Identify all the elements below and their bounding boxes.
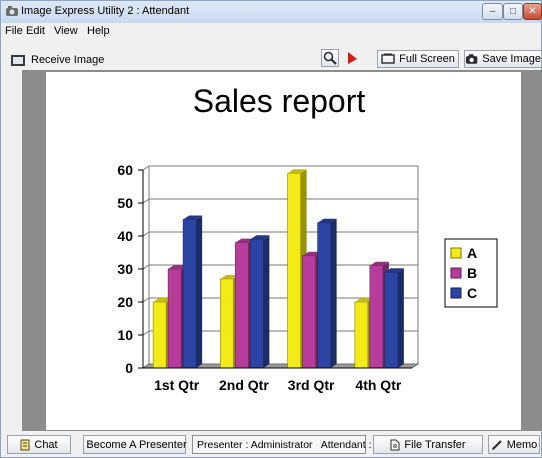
bar-c <box>182 219 197 369</box>
y-tick-label: 0 <box>125 360 133 376</box>
y-tick-label: 60 <box>117 162 133 178</box>
save-image-button[interactable]: Save Image <box>464 50 542 68</box>
grid-side-line <box>142 231 150 237</box>
app-icon <box>6 6 18 16</box>
grid-side-line <box>142 330 150 336</box>
legend-label: A <box>467 245 477 261</box>
pointer-button[interactable] <box>343 49 361 67</box>
grid-side-line <box>142 264 150 270</box>
menu-bar: File Edit View Help <box>1 23 541 39</box>
bar-side <box>330 218 337 368</box>
legend-swatch-b <box>450 267 462 279</box>
y-tick-label: 10 <box>117 327 133 343</box>
magnifier-icon <box>323 51 337 65</box>
title-bar[interactable]: Image Express Utility 2 : Attendant – □ … <box>1 1 542 23</box>
y-tick-label: 30 <box>117 261 133 277</box>
bar-side <box>263 235 270 368</box>
minimize-button[interactable]: – <box>482 3 503 20</box>
file-transfer-button[interactable]: File Transfer <box>373 435 483 454</box>
bar-b <box>167 268 182 369</box>
grid-side-line <box>142 165 150 171</box>
bar-side <box>196 215 203 368</box>
bar-c <box>250 239 264 369</box>
maximize-button[interactable]: □ <box>503 3 523 20</box>
legend-label: C <box>467 285 477 301</box>
toolbar: Receive Image Full Screen Save Image <box>1 49 542 71</box>
x-tick-label: 1st Qtr <box>154 377 200 393</box>
file-transfer-label: File Transfer <box>404 438 466 451</box>
full-screen-label: Full Screen <box>399 53 455 65</box>
zoom-button[interactable] <box>321 49 339 67</box>
chat-button[interactable]: Chat <box>7 435 71 454</box>
monitor-icon <box>11 54 25 66</box>
close-icon: ✕ <box>528 6 537 17</box>
legend-swatch-a <box>450 247 462 259</box>
full-screen-button[interactable]: Full Screen <box>377 50 459 68</box>
bar-b <box>235 242 249 369</box>
legend-swatch-c <box>450 287 462 299</box>
memo-button[interactable]: Memo <box>488 435 540 454</box>
bar-b <box>369 265 384 369</box>
y-tick-label: 20 <box>117 294 133 310</box>
menu-file[interactable]: File <box>5 25 23 37</box>
status-bar: Chat Become A Presenter Presenter : Admi… <box>1 433 541 457</box>
menu-edit[interactable]: Edit <box>26 25 45 37</box>
received-slide: Sales report 0 10 20 30 40 50 60 1st Qtr 2nd Qtr… <box>46 72 521 430</box>
pencil-icon <box>491 439 502 450</box>
save-image-label: Save Image <box>482 53 541 65</box>
full-screen-icon <box>381 53 395 64</box>
bar-b <box>302 255 316 369</box>
y-tick-label: 40 <box>117 228 133 244</box>
grid-side-line <box>142 198 150 204</box>
legend-label: B <box>467 265 477 281</box>
become-presenter-label: Become A Presenter <box>86 438 187 451</box>
bar-a <box>220 278 234 369</box>
bar-side <box>397 268 404 368</box>
memo-label: Memo <box>506 438 538 451</box>
chart-title: Sales report <box>193 83 366 119</box>
sales-chart: Sales report 0 10 20 30 40 50 60 1st Qtr 2nd Qtr… <box>117 83 498 393</box>
x-tick-label: 2nd Qtr <box>219 377 269 393</box>
menu-help[interactable]: Help <box>87 25 110 37</box>
chat-label: Chat <box>34 438 58 451</box>
file-icon <box>390 439 400 450</box>
bar-c <box>384 272 399 369</box>
become-presenter-button[interactable]: Become A Presenter <box>83 435 187 454</box>
image-viewer: Sales report 0 10 20 30 40 50 60 1st Qtr 2nd Qtr… <box>22 70 542 431</box>
receive-image-toggle[interactable]: Receive Image <box>11 51 104 69</box>
bar-a <box>287 173 301 369</box>
minimize-icon: – <box>489 6 496 17</box>
presenter-info: Presenter : Administrator Attendant : 1 <box>192 435 380 454</box>
grid-side-line <box>142 297 150 303</box>
chat-icon <box>20 439 30 450</box>
bar-c <box>317 222 331 369</box>
x-tick-label: 3rd Qtr <box>288 377 335 393</box>
x-tick-label: 4th Qtr <box>355 377 401 393</box>
window-title: Image Express Utility 2 : Attendant <box>21 5 190 17</box>
presenter-info-text: Presenter : Administrator Attendant : 1 <box>197 438 381 451</box>
camera-icon <box>465 54 478 64</box>
bar-a <box>354 301 369 369</box>
chart-legend: ABC <box>444 238 498 308</box>
pointer-icon <box>348 52 357 64</box>
maximize-icon: □ <box>509 6 517 17</box>
menu-view[interactable]: View <box>54 25 78 37</box>
app-window: Image Express Utility 2 : Attendant – □ … <box>0 0 542 458</box>
close-button[interactable]: ✕ <box>523 3 542 20</box>
receive-image-label: Receive Image <box>31 54 105 66</box>
bar-a <box>152 301 167 369</box>
y-tick-label: 50 <box>117 195 133 211</box>
